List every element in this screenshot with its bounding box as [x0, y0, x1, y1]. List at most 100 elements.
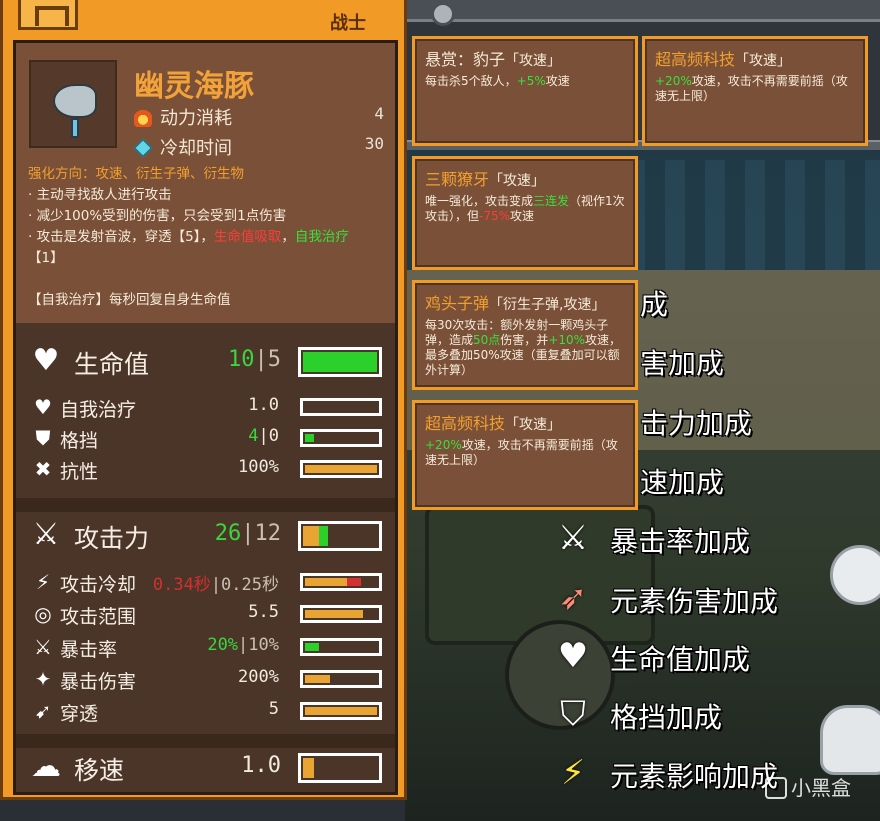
stat-bar-fill	[305, 434, 314, 442]
card-tag: 「攻速」	[735, 53, 792, 69]
stat-label: 抗性	[60, 461, 99, 483]
bonus-health[interactable]: ♥ 生命值加成	[552, 634, 880, 678]
stat-bar-fill	[305, 610, 363, 618]
card-body: +20%攻速，攻击不再需要前摇（攻速无上限）	[425, 438, 625, 468]
stat-value: 0.34秒|0.25秒	[153, 570, 279, 595]
card-body-segment: 50点	[473, 333, 501, 347]
self-heal-note: 【自我治疗】每秒回复自身生命值	[28, 292, 231, 308]
desc-heal-amount: 【1】	[28, 250, 64, 266]
stat-bar	[300, 460, 382, 478]
attack-label: 攻击力	[74, 524, 150, 553]
hero-portrait	[29, 60, 117, 148]
card-tag: 「衍生子弹,攻速」	[489, 297, 606, 313]
bonus-block[interactable]: ⛉ 格挡加成	[552, 692, 880, 736]
bonus-label: 元素伤害加成	[610, 585, 779, 618]
bonus-partial-3: 击力加成	[640, 407, 753, 440]
shield-icon: ⛉	[560, 694, 586, 734]
watermark-text: 小黑盒	[791, 776, 851, 800]
resist-icon: ✖	[34, 457, 52, 481]
ghost-dolphin-icon	[53, 84, 97, 118]
stat-bar-fill	[305, 643, 319, 651]
stat-value: 200%	[238, 667, 279, 687]
card-leopard-bounty[interactable]: 悬赏：豹子「攻速」 每击杀5个敌人，+5%攻速	[412, 36, 638, 146]
heal-icon: ♥	[34, 395, 52, 419]
watermark: 小黑盒	[765, 772, 851, 801]
card-superfreq[interactable]: 超高频科技「攻速」 +20%攻速，攻击不再需要前摇（攻速无上限）	[412, 400, 638, 510]
bonus-element-damage[interactable]: ➶ 元素伤害加成	[552, 576, 880, 620]
card-body-segment: 攻速	[510, 209, 535, 223]
cooldown-icon: ⚡	[35, 570, 51, 594]
hero-stats-panel: 战士 幽灵海豚 动力消耗 4 冷却时间 30 强化方向：攻速、衍生子弹、衍生物 …	[0, 0, 407, 800]
power-cost-value: 4	[374, 104, 384, 123]
card-body: 唯一强化，攻击变成三连发（视作1次攻击），但-75%攻速	[425, 194, 625, 224]
stat-resist: ✖ 抗性 100%	[16, 454, 395, 484]
attack-bar	[298, 521, 382, 551]
card-title-text: 超高频科技	[655, 50, 736, 69]
card-body: +20%攻速，攻击不再需要前摇（攻速无上限）	[655, 74, 855, 104]
attack-base: 12	[254, 521, 282, 546]
card-body-segment: +10%	[548, 333, 586, 347]
stat-bar	[300, 702, 382, 720]
self-heal-text: 自我治疗	[294, 229, 349, 245]
stat-bar	[300, 638, 382, 656]
card-triple-fang[interactable]: 三颗獠牙「攻速」 唯一强化，攻击变成三连发（视作1次攻击），但-75%攻速	[412, 156, 638, 270]
stat-bar	[300, 398, 382, 416]
card-title: 悬赏：豹子「攻速」	[425, 46, 625, 70]
move-speed-label: 移速	[74, 756, 125, 785]
card-title: 超高频科技「攻速」	[425, 410, 625, 434]
lifesteal-text: 生命值吸取	[213, 229, 282, 245]
card-body-segment: 唯一强化，攻击变成	[425, 194, 534, 208]
stat-value-base: |0	[258, 426, 279, 446]
card-body-segment: +20%	[655, 74, 692, 88]
stat-bar	[300, 605, 382, 623]
card-title: 三颗獠牙「攻速」	[425, 166, 625, 190]
stat-value-base: |10%	[238, 635, 279, 655]
card-body-segment: 攻速	[545, 74, 570, 88]
stat-value: 1.0	[248, 395, 279, 415]
power-cost-row: 动力消耗 4	[134, 104, 384, 130]
stat-value: 4|0	[248, 426, 279, 446]
element-damage-icon: ➶	[558, 578, 588, 618]
health-row: ♥ 生命值 10|5	[16, 341, 395, 381]
move-speed-bar-fill	[303, 758, 314, 778]
card-body-segment: -75%	[479, 209, 511, 223]
stats-inner: 幽灵海豚 动力消耗 4 冷却时间 30 强化方向：攻速、衍生子弹、衍生物 · 主…	[13, 40, 398, 795]
stat-pierce: ➹ 穿透 5	[16, 696, 395, 726]
desc-comma: ，	[281, 229, 295, 245]
bonus-crit-rate[interactable]: ⚔ 暴击率加成	[552, 516, 880, 560]
desc-line-2: · 减少100%受到的伤害，只会受到1点伤害	[28, 208, 287, 224]
card-title: 鸡头子弹「衍生子弹,攻速」	[425, 290, 625, 314]
bonus-label: 生命值加成	[610, 643, 751, 676]
shield-icon: ⛊	[35, 426, 51, 450]
cooldown-row: 冷却时间 30	[133, 134, 384, 160]
attack-current: 26	[214, 521, 242, 546]
card-title-text: 悬赏：豹子	[425, 50, 506, 69]
card-tag: 「攻速」	[489, 173, 546, 189]
pierce-icon: ➹	[34, 699, 52, 723]
hero-name: 幽灵海豚	[134, 69, 254, 104]
portrait-stand	[71, 118, 79, 138]
attack-bar-bonus-fill	[319, 526, 328, 546]
stat-bar-fill	[305, 707, 377, 715]
top-bar	[405, 0, 880, 22]
hero-info-box: 幽灵海豚 动力消耗 4 冷却时间 30 强化方向：攻速、衍生子弹、衍生物 · 主…	[16, 43, 395, 323]
section-divider	[16, 498, 395, 512]
boot-icon: ☁	[31, 749, 61, 784]
card-superfreq-top[interactable]: 超高频科技「攻速」 +20%攻速，攻击不再需要前摇（攻速无上限）	[642, 36, 868, 146]
health-value: 10|5	[228, 347, 281, 372]
stat-value: 5.5	[248, 602, 279, 622]
health-base: 5	[267, 347, 281, 372]
hero-description: 强化方向：攻速、衍生子弹、衍生物 · 主动寻找敌人进行攻击 · 减少100%受到…	[28, 164, 380, 311]
health-bar	[298, 347, 382, 377]
stat-bar	[300, 573, 382, 591]
bonus-label: 暴击率加成	[610, 525, 751, 558]
attack-row: ⚔ 攻击力 26|12	[16, 515, 395, 555]
panel-tab-icon[interactable]	[18, 0, 78, 30]
card-chicken-bullet[interactable]: 鸡头子弹「衍生子弹,攻速」 每30次攻击：额外发射一颗鸡头子弹，造成50点伤害，…	[412, 280, 638, 390]
desc-line-3-text: · 攻击是发射音波，穿透【5】，	[28, 229, 214, 245]
stat-value-highlight: 4	[248, 426, 259, 446]
stat-value-highlight: 20%	[207, 635, 239, 655]
fire-icon	[134, 109, 152, 127]
stat-label: 格挡	[60, 430, 99, 452]
heart-icon: ♥	[32, 343, 60, 378]
